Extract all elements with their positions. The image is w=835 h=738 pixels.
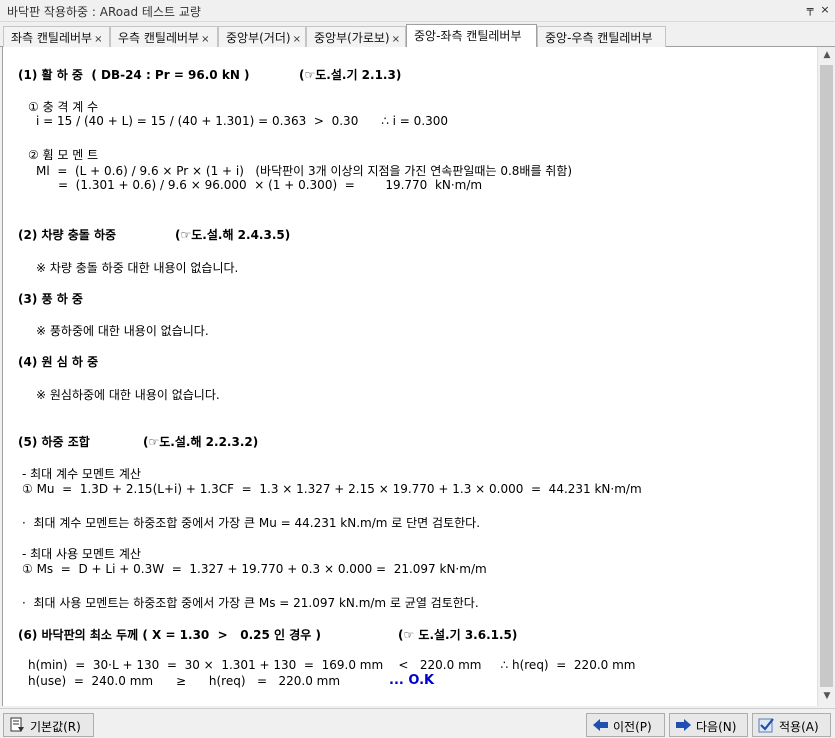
scroll-down-icon[interactable]: ▼ <box>818 688 835 705</box>
tab-label: 중앙부(거더) <box>226 31 291 45</box>
section-combination-ref: (☞도.설.해 2.2.3.2) <box>143 435 259 449</box>
arrow-right-icon <box>676 719 691 731</box>
vertical-scrollbar[interactable]: ▲ ▼ <box>817 47 835 706</box>
tab-label: 중앙부(가로보) <box>314 31 390 45</box>
section-centrifugal-title: (4) 원 심 하 중 <box>18 355 99 369</box>
section-live-load-ref: (☞도.설.기 2.1.3) <box>299 68 402 82</box>
default-button[interactable]: 기본값(R) <box>3 713 94 737</box>
bending-moment-title: ② 휨 모 멘 트 <box>28 148 99 162</box>
window-title: 바닥판 작용하중 : ARoad 테스트 교량 <box>7 5 201 19</box>
service-moment-equation: ① Ms = D + Li + 0.3W = 1.327 + 19.770 + … <box>22 562 487 576</box>
factored-moment-equation: ① Mu = 1.3D + 2.15(L+i) + 1.3CF = 1.3 × … <box>22 482 642 496</box>
section-collision-title: (2) 차량 충돌 하중 <box>18 228 117 242</box>
tab-center-left-cantilever[interactable]: 중앙-좌측 캔틸레버부 <box>406 24 537 48</box>
apply-button[interactable]: 적용(A) <box>752 713 831 737</box>
section-min-thickness-title: (6) 바닥판의 최소 두께 ( X = 1.30 > 0.25 인 경우 ) <box>18 628 321 642</box>
impact-factor-title: ① 충 격 계 수 <box>28 100 99 114</box>
tab-close-icon[interactable]: × <box>94 34 102 45</box>
tab-center-right-cantilever[interactable]: 중앙-우측 캔틸레버부 <box>537 26 666 47</box>
impact-factor-equation: i = 15 / (40 + L) = 15 / (40 + 1.301) = … <box>36 114 449 128</box>
bottom-toolbar: 기본값(R) 이전(P) 다음(N) 적용(A) <box>0 708 835 738</box>
section-live-load-title: (1) 활 하 중 ( DB-24 : Pr = 96.0 kN ) <box>18 68 250 82</box>
tab-label: 우측 캔틸레버부 <box>118 31 200 45</box>
scrollbar-thumb[interactable] <box>820 65 833 687</box>
default-button-label: 기본값(R) <box>30 720 81 734</box>
centrifugal-note: ※ 원심하중에 대한 내용이 없습니다. <box>36 388 220 402</box>
next-button[interactable]: 다음(N) <box>669 713 748 737</box>
bending-moment-result: = (1.301 + 0.6) / 9.6 × 96.000 × (1 + 0.… <box>58 178 483 192</box>
service-moment-title: - 최대 사용 모멘트 계산 <box>22 547 141 561</box>
tab-close-icon[interactable]: × <box>293 34 301 45</box>
tab-label: 중앙-좌측 캔틸레버부 <box>414 29 522 43</box>
tab-center-girder[interactable]: 중앙부(거더) × <box>218 26 306 47</box>
window-titlebar: 바닥판 작용하중 : ARoad 테스트 교량 ╤ × <box>0 0 835 22</box>
tab-label: 중앙-우측 캔틸레버부 <box>545 31 653 45</box>
tab-left-cantilever[interactable]: 좌측 캔틸레버부 × <box>3 26 110 47</box>
section-wind-title: (3) 풍 하 중 <box>18 292 83 306</box>
factored-moment-title: - 최대 계수 모멘트 계산 <box>22 467 141 481</box>
service-moment-note: · 최대 사용 모멘트는 하중조합 중에서 가장 큰 Ms = 21.097 k… <box>22 596 479 610</box>
prev-button[interactable]: 이전(P) <box>586 713 665 737</box>
prev-button-label: 이전(P) <box>613 720 652 734</box>
close-icon[interactable]: × <box>818 3 832 16</box>
section-combination-title: (5) 하중 조합 <box>18 435 90 449</box>
pin-icon[interactable]: ╤ <box>803 3 817 16</box>
tab-label: 좌측 캔틸레버부 <box>11 31 93 45</box>
report-panel: (1) 활 하 중 ( DB-24 : Pr = 96.0 kN ) (☞도.설… <box>2 47 817 706</box>
tab-strip: 좌측 캔틸레버부 × 우측 캔틸레버부 × 중앙부(거더) × 중앙부(가로보) × 중… <box>0 24 835 48</box>
collision-note: ※ 차량 충돌 하중 대한 내용이 없습니다. <box>36 261 239 275</box>
arrow-left-icon <box>593 719 608 731</box>
bending-moment-equation: Ml = (L + 0.6) / 9.6 × Pr × (1 + i) (바닥판… <box>36 164 573 178</box>
min-thickness-equation: h(min) = 30·L + 130 = 30 × 1.301 + 130 =… <box>28 658 636 672</box>
check-icon <box>758 718 774 733</box>
apply-button-label: 적용(A) <box>779 720 819 734</box>
tab-close-icon[interactable]: × <box>201 34 209 45</box>
document-icon <box>10 717 24 732</box>
scroll-up-icon[interactable]: ▲ <box>818 47 835 64</box>
wind-note: ※ 풍하중에 대한 내용이 없습니다. <box>36 324 209 338</box>
tab-center-crossbeam[interactable]: 중앙부(가로보) × <box>306 26 406 47</box>
tab-right-cantilever[interactable]: 우측 캔틸레버부 × <box>110 26 218 47</box>
ok-status: ... O.K <box>389 673 435 688</box>
next-button-label: 다음(N) <box>696 720 737 734</box>
tab-close-icon[interactable]: × <box>392 34 400 45</box>
section-collision-ref: (☞도.설.해 2.4.3.5) <box>175 228 291 242</box>
factored-moment-note: · 최대 계수 모멘트는 하중조합 중에서 가장 큰 Mu = 44.231 k… <box>22 516 481 530</box>
section-min-thickness-ref: (☞ 도.설.기 3.6.1.5) <box>398 628 518 642</box>
use-thickness-equation: h(use) = 240.0 mm ≥ h(req) = 220.0 mm <box>28 674 341 688</box>
